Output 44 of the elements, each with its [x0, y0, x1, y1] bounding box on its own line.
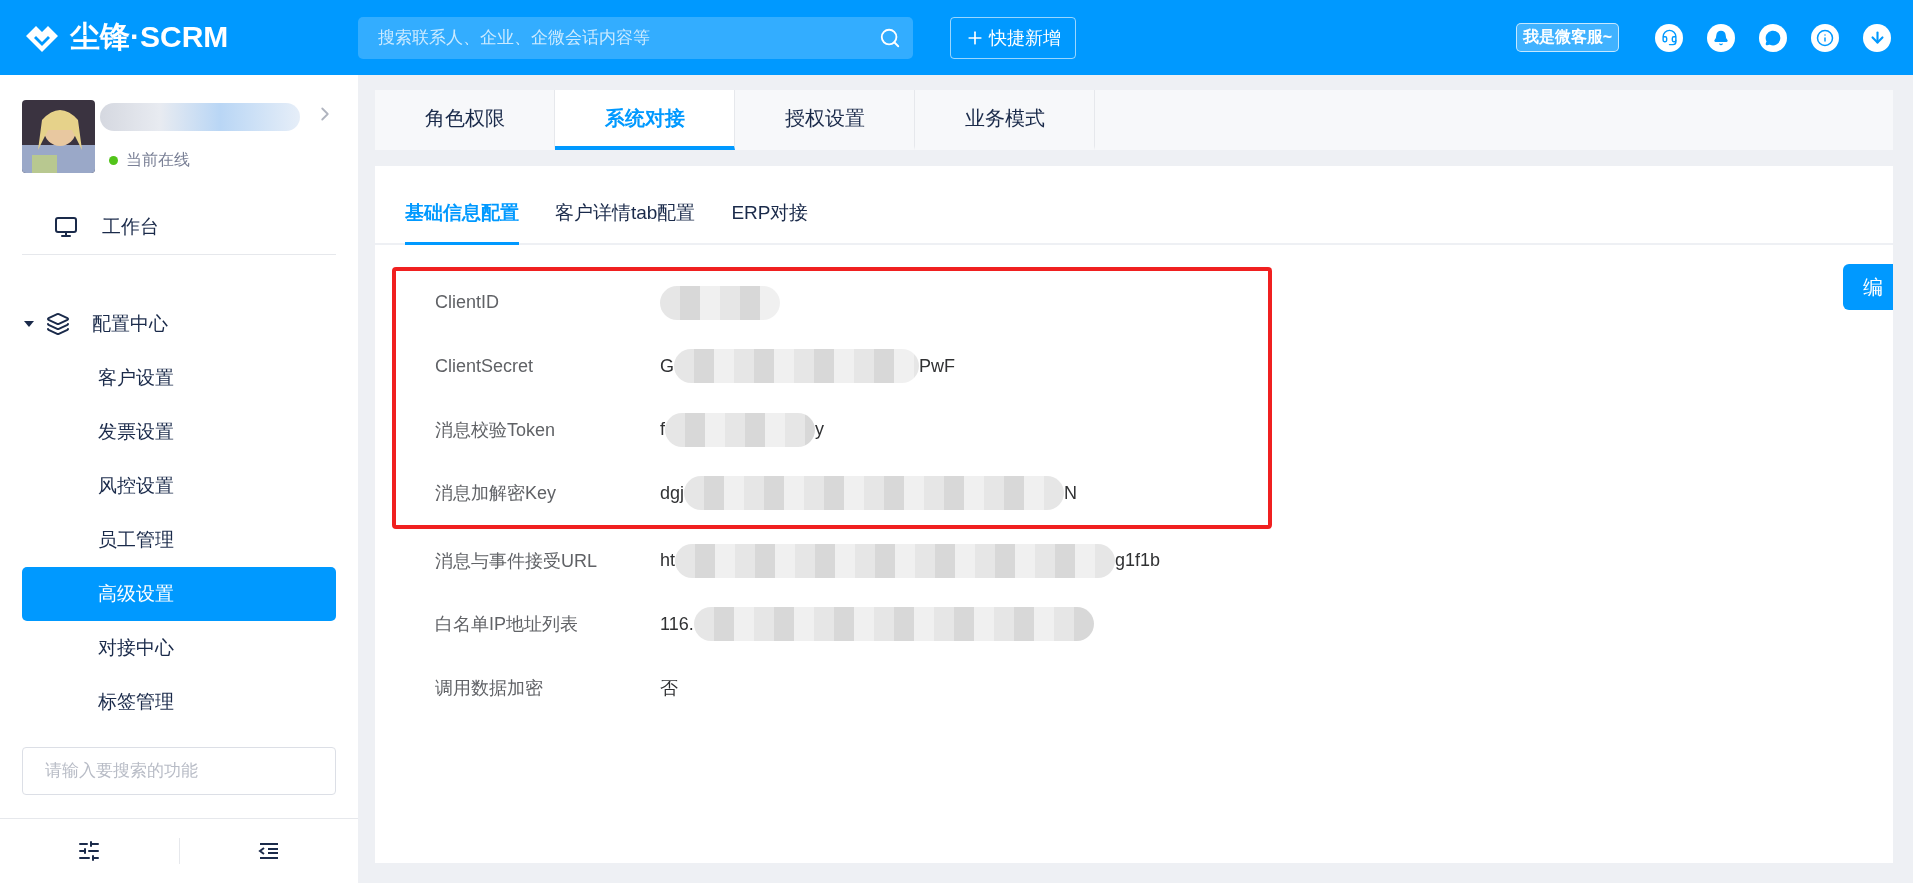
field-label: ClientSecret — [435, 355, 535, 377]
field-value: G — [660, 355, 674, 377]
field-label: 调用数据加密 — [435, 676, 544, 700]
function-search-field[interactable]: 请输入要搜索的功能 — [22, 747, 336, 795]
sub-tab[interactable]: 客户详情tab配置 — [555, 200, 696, 245]
search-bar[interactable]: 搜索联系人、企业、企微会话内容等 — [358, 16, 913, 59]
field-label: ClientID — [435, 292, 501, 314]
logo-text: 尘锋·SCRM — [70, 19, 229, 55]
field-value: y — [815, 419, 824, 441]
field-value: 116. — [660, 613, 694, 635]
field-value: f — [660, 419, 665, 441]
info-icon[interactable] — [1811, 23, 1839, 52]
headset-icon[interactable] — [1655, 23, 1683, 52]
sliders-icon[interactable] — [77, 839, 102, 863]
field-value: PwF — [919, 355, 955, 377]
tab[interactable]: 授权设置 — [735, 90, 915, 150]
field-label: 白名单IP地址列表 — [435, 613, 579, 637]
caret-icon — [24, 319, 34, 329]
download-icon[interactable] — [1863, 23, 1891, 52]
field-label: 消息与事件接受URL — [435, 549, 598, 573]
nav-item[interactable]: 客户设置 — [22, 351, 336, 405]
field-label: 消息校验Token — [435, 418, 557, 442]
field-value: g1f1b — [1115, 550, 1161, 572]
chat-icon[interactable] — [1759, 23, 1787, 52]
nav-item[interactable]: 风控设置 — [22, 459, 336, 513]
search-field[interactable]: 搜索联系人、企业、企微会话内容等 — [376, 26, 879, 49]
nav-item[interactable]: 工作台 — [22, 200, 336, 255]
monitor-icon — [54, 215, 78, 239]
layers-icon — [46, 312, 70, 336]
tab[interactable]: 业务模式 — [915, 90, 1095, 150]
nav-group[interactable]: 配置中心 — [0, 297, 358, 351]
field-value: 否 — [660, 676, 678, 700]
field-value: dgj — [660, 482, 685, 504]
field-value: ht — [660, 550, 675, 572]
nav-item[interactable]: 发票设置 — [22, 405, 336, 459]
sub-tab[interactable]: ERP对接 — [731, 200, 809, 245]
field-label: 消息加解密Key — [435, 482, 558, 506]
nav-item[interactable]: 标签管理 — [22, 675, 336, 729]
field-value: N — [1064, 482, 1078, 504]
search-icon — [879, 26, 901, 49]
nav-item[interactable]: 对接中心 — [22, 621, 336, 675]
nav-item[interactable]: 员工管理 — [22, 513, 336, 567]
online-status: 当前在线 — [109, 150, 190, 170]
bell-icon[interactable] — [1707, 23, 1735, 52]
